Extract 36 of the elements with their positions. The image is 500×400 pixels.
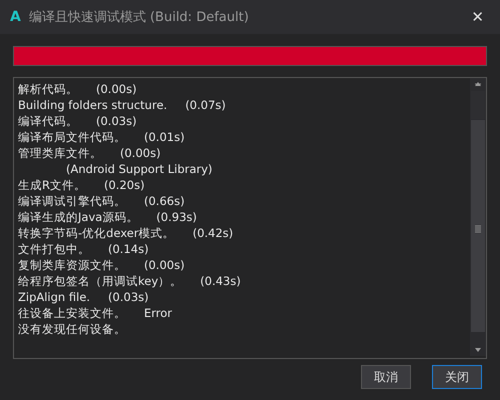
close-button[interactable]: ✕: [465, 8, 490, 26]
log-time: (0.14s): [108, 241, 149, 257]
scrollbar-drawing[interactable]: [470, 78, 486, 356]
log-text: 转换字节码-优化dexer模式。: [18, 225, 175, 241]
log-text: (Android Support Library): [65, 161, 212, 177]
app-logo-icon: A: [10, 9, 21, 25]
log-time: (0.00s): [120, 145, 161, 161]
log-text: Building folders structure.: [18, 97, 168, 113]
log-text: 复制类库资源文件。: [18, 257, 126, 273]
log-time: (0.66s): [144, 193, 185, 209]
log-time: (0.00s): [144, 257, 185, 273]
log-text: 解析代码。: [18, 81, 78, 97]
log-text: 编译布局文件代码。: [18, 129, 126, 145]
dialog-button[interactable]: 取消: [361, 365, 411, 389]
log-time: (0.01s): [144, 129, 185, 145]
log-time: (0.42s): [192, 225, 234, 241]
log-text: ZipAlign file.: [18, 289, 90, 305]
dialog-button[interactable]: 关闭: [432, 365, 482, 389]
log-text: 没有发现任何设备。: [18, 321, 126, 337]
log-text: 给程序包签名（用调试key）。: [18, 273, 182, 289]
log-text: 管理类库文件。: [18, 145, 102, 161]
log-text: 往设备上安装文件。: [18, 305, 126, 321]
log-time: Error: [144, 305, 172, 321]
log-time: (0.43s): [200, 273, 241, 289]
log-text: 编译代码。: [18, 113, 78, 129]
log-text: 生成R文件。: [18, 177, 86, 193]
log-text: 编译调试引擎代码。: [18, 193, 126, 209]
log-time: (0.07s): [185, 97, 226, 113]
log-text: 编译生成的Java源码。: [18, 209, 138, 225]
log-time: (0.03s): [96, 113, 137, 129]
window-title: 编译且快速调试模式 (Build: Default): [28, 9, 250, 26]
log-text: 文件打包中。: [18, 241, 90, 257]
log-time: (0.03s): [108, 289, 149, 305]
log-time: (0.93s): [156, 209, 197, 225]
log-time: (0.00s): [96, 81, 137, 97]
log-time: (0.20s): [104, 177, 145, 193]
